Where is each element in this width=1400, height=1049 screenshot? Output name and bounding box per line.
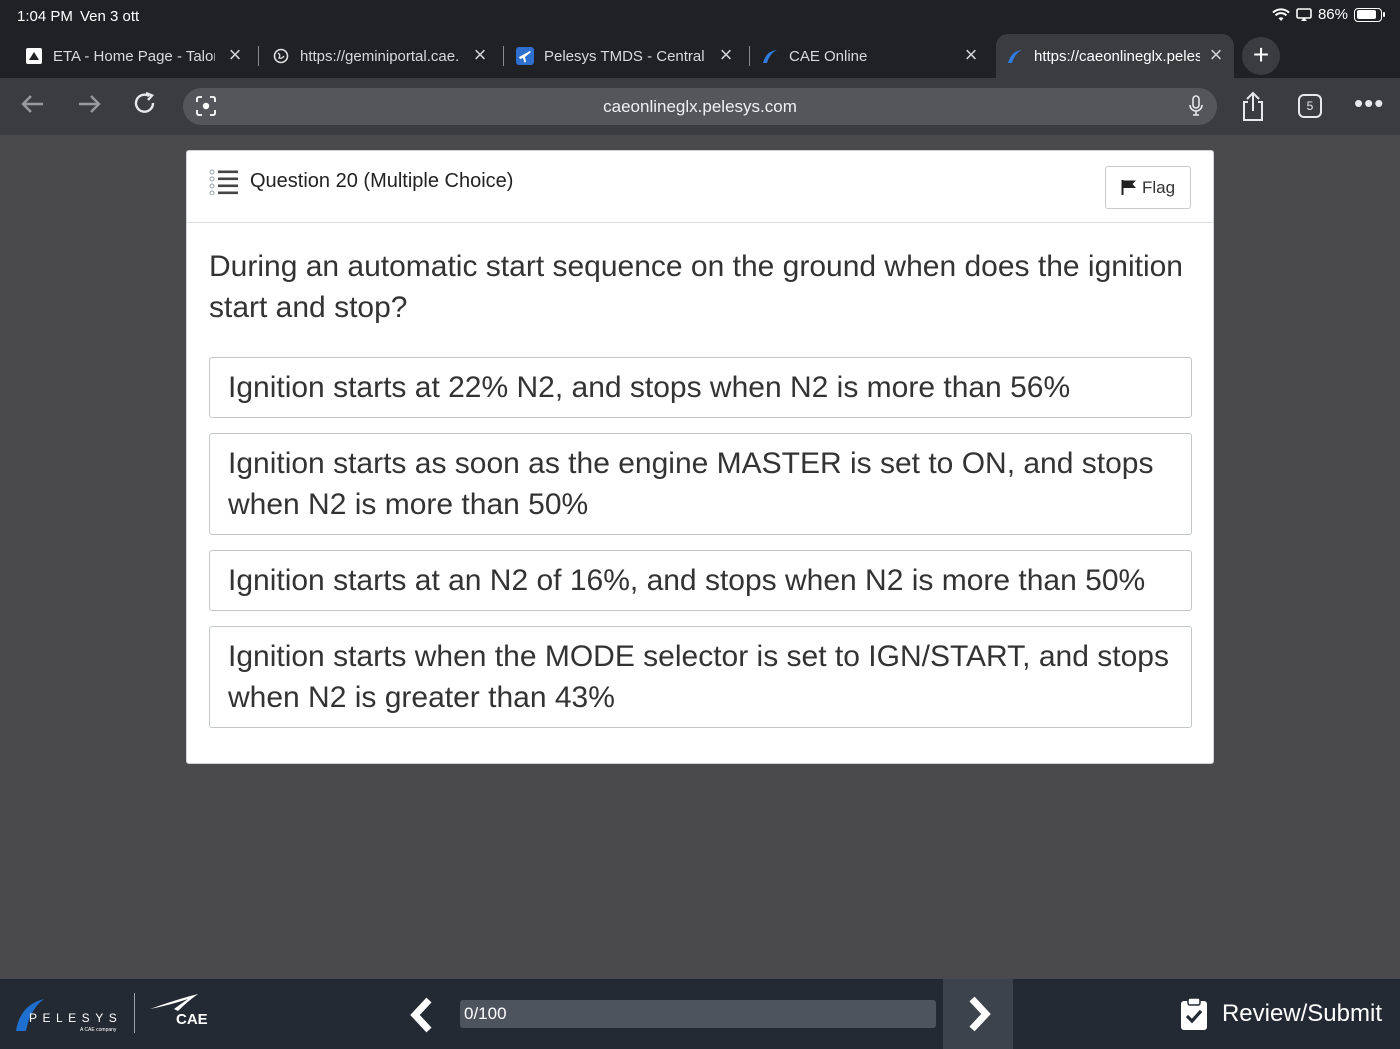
flag-label: Flag — [1141, 177, 1176, 197]
tab-title: CAE Online — [789, 47, 868, 65]
flag-icon — [1121, 180, 1136, 195]
globe-icon — [272, 47, 290, 65]
reload-button[interactable] — [128, 90, 162, 124]
flag-button[interactable]: Flag — [1105, 166, 1191, 209]
pelesys-tagline: A CAE company — [80, 1027, 117, 1033]
tab-strip: ETA - Home Page - Talon × https://gemini… — [0, 34, 1400, 78]
question-title: Question 20 (Multiple Choice) — [250, 170, 514, 192]
reload-icon — [134, 91, 155, 113]
question-card: Question 20 (Multiple Choice) Flag Durin… — [186, 150, 1214, 764]
browser-chrome: 1:04 PM Ven 3 ott 86% ETA - Home Page - … — [0, 0, 1400, 135]
wifi-icon — [1272, 7, 1290, 21]
logo-divider — [134, 993, 135, 1033]
status-time: 1:04 PM — [17, 8, 73, 25]
more-menu-button[interactable]: ••• — [1354, 90, 1384, 116]
tab-title: https://caeonlineglx.pelesys.com — [1034, 47, 1200, 65]
status-bar: 1:04 PM Ven 3 ott 86% — [0, 0, 1400, 32]
airplane-icon — [516, 47, 534, 65]
answer-option-4[interactable]: Ignition starts when the MODE selector i… — [209, 626, 1192, 728]
tab-separator — [749, 46, 750, 66]
chevron-left-icon — [410, 997, 432, 1033]
close-icon[interactable]: × — [961, 44, 981, 66]
microphone-icon[interactable] — [1187, 95, 1205, 117]
previous-question-button[interactable] — [402, 995, 442, 1035]
progress-label: 0/100 — [464, 1004, 507, 1023]
arrow-left-icon — [21, 95, 43, 113]
arrow-right-icon — [79, 95, 101, 113]
battery-icon — [1354, 7, 1385, 22]
next-question-button[interactable] — [943, 979, 1013, 1049]
pelesys-logo-text: PELESYS — [29, 1011, 122, 1025]
status-indicators: 86% — [1272, 6, 1385, 23]
browser-toolbar: caeonlineglx.pelesys.com 5 ••• — [0, 78, 1400, 135]
pelesys-logo: PELESYS A CAE company — [16, 999, 122, 1033]
question-header: Question 20 (Multiple Choice) Flag — [187, 151, 1213, 223]
back-button[interactable] — [16, 90, 50, 124]
tab-title: https://geminiportal.cae.com — [300, 47, 460, 65]
tab-separator — [503, 46, 504, 66]
answer-option-3[interactable]: Ignition starts at an N2 of 16%, and sto… — [209, 550, 1192, 611]
tab-caeonlineglx[interactable]: https://caeonlineglx.pelesys.com × — [996, 34, 1234, 78]
tab-title: Pelesys TMDS - Central — [544, 47, 705, 65]
tab-pelesys-tmds[interactable]: Pelesys TMDS - Central × — [516, 34, 750, 78]
home-favicon-icon — [25, 47, 43, 65]
tab-eta-home[interactable]: ETA - Home Page - Talon × — [25, 34, 259, 78]
cae-logo-text: CAE — [176, 1011, 208, 1027]
question-text: During an automatic start sequence on th… — [209, 250, 1183, 324]
question-list-icon[interactable] — [209, 169, 239, 195]
share-icon — [1243, 91, 1263, 121]
close-icon[interactable]: × — [716, 44, 736, 66]
battery-percent: 86% — [1317, 6, 1348, 23]
tab-separator — [258, 46, 259, 66]
screen-mirroring-icon — [1296, 7, 1312, 21]
pelesys-favicon-icon — [1006, 47, 1024, 65]
close-icon[interactable]: × — [1206, 44, 1226, 66]
address-bar[interactable]: caeonlineglx.pelesys.com — [183, 88, 1217, 125]
status-date: Ven 3 ott — [80, 8, 140, 25]
answer-option-1[interactable]: Ignition starts at 22% N2, and stops whe… — [209, 357, 1192, 418]
close-icon[interactable]: × — [225, 44, 245, 66]
review-submit-button[interactable]: Review/Submit — [1180, 997, 1382, 1031]
progress-bar: 0/100 — [460, 1000, 936, 1028]
answer-option-2[interactable]: Ignition starts as soon as the engine MA… — [209, 433, 1192, 535]
close-icon[interactable]: × — [470, 44, 490, 66]
tab-geminiportal[interactable]: https://geminiportal.cae.com × — [272, 34, 504, 78]
tab-count-button[interactable]: 5 — [1298, 94, 1322, 118]
forward-button[interactable] — [72, 90, 106, 124]
clipboard-check-icon — [1180, 997, 1207, 1030]
tab-cae-online[interactable]: CAE Online × — [761, 34, 981, 78]
share-button[interactable] — [1240, 91, 1266, 123]
review-submit-label: Review/Submit — [1221, 1000, 1382, 1027]
pelesys-favicon-icon — [761, 47, 779, 65]
chevron-right-icon — [969, 996, 991, 1032]
url-text: caeonlineglx.pelesys.com — [603, 97, 797, 116]
cae-logo: CAE — [150, 994, 208, 1027]
battery-level — [1356, 10, 1377, 19]
exam-footer: PELESYS A CAE company CAE 0/100 Review/S… — [0, 979, 1400, 1049]
new-tab-button[interactable]: + — [1242, 37, 1280, 75]
tab-title: ETA - Home Page - Talon — [53, 47, 215, 65]
